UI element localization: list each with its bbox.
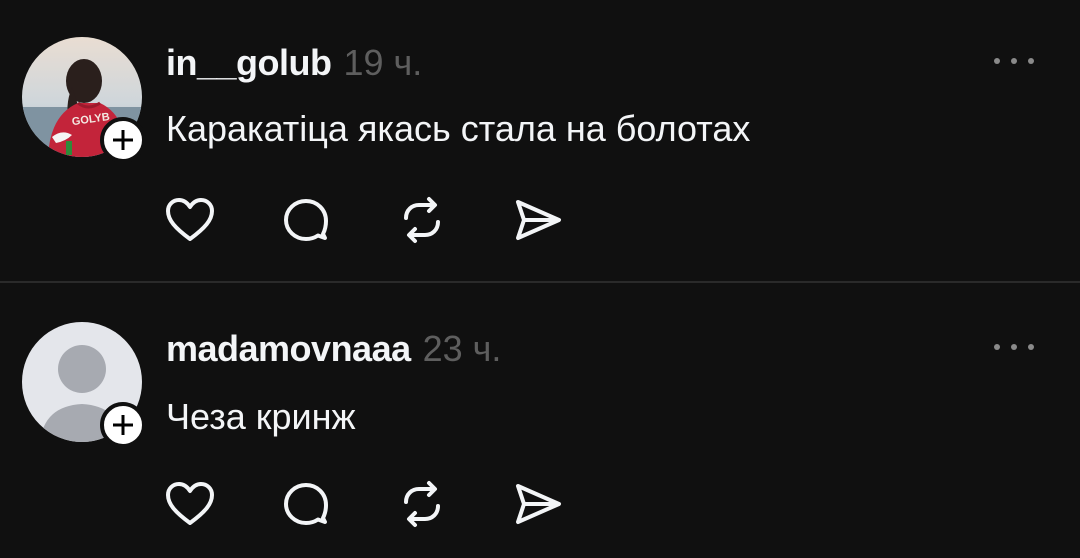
- heart-icon: [166, 482, 214, 525]
- more-horizontal-icon: [994, 58, 1000, 64]
- post-divider: [0, 281, 1080, 283]
- share-button[interactable]: [512, 194, 564, 246]
- more-horizontal-icon: [994, 344, 1000, 350]
- repost-icon: [404, 481, 440, 527]
- repost-button[interactable]: [396, 478, 448, 530]
- username-link[interactable]: in__golub: [166, 42, 332, 84]
- follow-button[interactable]: [100, 117, 146, 163]
- reply-button[interactable]: [280, 478, 332, 530]
- post-text: Чеза кринж: [166, 396, 356, 437]
- repost-icon: [404, 197, 440, 243]
- send-icon: [516, 200, 561, 240]
- repost-button[interactable]: [396, 194, 448, 246]
- post-header: in__golub 19 ч.: [166, 42, 422, 84]
- heart-icon: [166, 198, 214, 241]
- avatar-container[interactable]: GOLYB: [22, 37, 146, 163]
- avatar-container[interactable]: [22, 322, 146, 448]
- username-link[interactable]: madamovnaaa: [166, 328, 411, 370]
- post-item[interactable]: GOLYB in__golub 19 ч. Каракатіца якась с…: [0, 0, 1080, 282]
- post-actions: [164, 194, 628, 246]
- post-text: Каракатіца якась стала на болотах: [166, 108, 751, 149]
- plus-icon: [113, 130, 133, 150]
- more-options-button[interactable]: [994, 51, 1034, 71]
- post-timestamp: 23 ч.: [422, 328, 502, 369]
- more-options-button[interactable]: [994, 337, 1034, 357]
- share-button[interactable]: [512, 478, 564, 530]
- like-button[interactable]: [164, 478, 216, 530]
- post-timestamp: 19 ч.: [343, 42, 423, 83]
- comment-bubble-icon: [284, 483, 328, 525]
- like-button[interactable]: [164, 194, 216, 246]
- post-actions: [164, 478, 628, 530]
- send-icon: [516, 484, 561, 524]
- comment-bubble-icon: [284, 199, 328, 241]
- follow-button[interactable]: [100, 402, 146, 448]
- reply-button[interactable]: [280, 194, 332, 246]
- post-header: madamovnaaa 23 ч.: [166, 328, 501, 370]
- post-item[interactable]: madamovnaaa 23 ч. Чеза кринж: [0, 284, 1080, 558]
- plus-icon: [113, 415, 133, 435]
